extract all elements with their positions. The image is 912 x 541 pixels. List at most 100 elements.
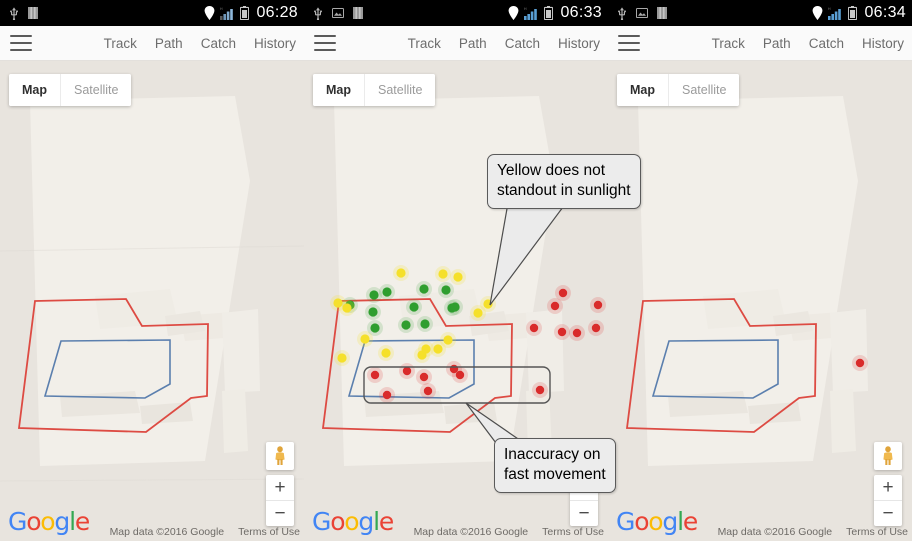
gps-track-dot-green[interactable] [409, 302, 419, 312]
nav-item-catch[interactable]: Catch [505, 36, 540, 51]
zoom-in-button[interactable]: + [266, 475, 294, 500]
nav-item-history[interactable]: History [862, 36, 904, 51]
gps-track-dot-red[interactable] [402, 366, 412, 376]
gps-track-dot-red[interactable] [558, 288, 568, 298]
map-type-toggle[interactable]: Map Satellite [9, 74, 132, 106]
map-type-satellite-button[interactable]: Satellite [364, 74, 436, 106]
nav-item-history[interactable]: History [254, 36, 296, 51]
gps-track-dot-green[interactable] [368, 307, 378, 317]
gps-track-dot-red[interactable] [572, 328, 582, 338]
gps-track-dot-yellow[interactable] [421, 344, 431, 354]
hamburger-menu-icon[interactable] [618, 35, 640, 51]
street-view-pegman-icon[interactable] [266, 442, 294, 470]
nav-item-track[interactable]: Track [712, 36, 745, 51]
map-area[interactable]: Map Satellite + − Google Map data ©2016 … [0, 61, 304, 541]
gps-track-dot-yellow[interactable] [453, 272, 463, 282]
gps-track-dot-green[interactable] [420, 319, 430, 329]
gps-track-dot-red[interactable] [423, 386, 433, 396]
gps-track-dot-green[interactable] [382, 287, 392, 297]
nav-item-path[interactable]: Path [763, 36, 791, 51]
nav-item-track[interactable]: Track [408, 36, 441, 51]
phone-screenshot-left: H 06:28 Track Path Catch History Map Sat… [0, 0, 304, 541]
terms-of-use-link[interactable]: Terms of Use [542, 526, 604, 538]
gps-track-dot-green[interactable] [370, 323, 380, 333]
hamburger-menu-icon[interactable] [314, 35, 336, 51]
usb-icon [313, 6, 323, 20]
status-bar-right-icons: H 06:28 [204, 0, 298, 26]
gps-track-dot-red[interactable] [535, 385, 545, 395]
status-bar: H 06:34 [608, 0, 912, 26]
map-type-toggle[interactable]: Map Satellite [313, 74, 436, 106]
gps-track-dot-red[interactable] [855, 358, 865, 368]
gps-track-dot-yellow[interactable] [438, 269, 448, 279]
sim-card-icon [28, 7, 38, 19]
map-type-map-button[interactable]: Map [313, 74, 364, 106]
gps-track-dot-yellow[interactable] [337, 353, 347, 363]
map-canvas [0, 61, 304, 541]
map-type-map-button[interactable]: Map [9, 74, 60, 106]
nav-item-catch[interactable]: Catch [809, 36, 844, 51]
map-zoom-control[interactable]: + − [874, 475, 902, 526]
nav-item-path[interactable]: Path [155, 36, 183, 51]
gps-track-dot-red[interactable] [370, 370, 380, 380]
hamburger-menu-icon[interactable] [10, 35, 32, 51]
gps-track-dot-green[interactable] [450, 302, 460, 312]
usb-icon [617, 6, 627, 20]
gps-track-dot-yellow[interactable] [360, 334, 370, 344]
app-bar-nav: Track Path Catch History [408, 36, 600, 51]
status-bar-right-icons: H 06:34 [812, 0, 906, 26]
nav-item-history[interactable]: History [558, 36, 600, 51]
status-bar-clock: 06:33 [560, 4, 602, 21]
app-bar-nav: Track Path Catch History [104, 36, 296, 51]
google-logo: Google [8, 507, 90, 536]
gps-track-dot-green[interactable] [419, 284, 429, 294]
status-bar: H 06:28 [0, 0, 304, 26]
gps-track-dot-yellow[interactable] [483, 299, 493, 309]
gps-track-dot-green[interactable] [441, 285, 451, 295]
zoom-out-button[interactable]: − [266, 500, 294, 526]
terms-of-use-link[interactable]: Terms of Use [846, 526, 908, 538]
gps-track-dot-green[interactable] [369, 290, 379, 300]
nav-item-track[interactable]: Track [104, 36, 137, 51]
gps-track-dot-green[interactable] [401, 320, 411, 330]
gps-track-dot-red[interactable] [557, 327, 567, 337]
screenshot-root: H 06:28 Track Path Catch History Map Sat… [0, 0, 912, 541]
signal-bars-icon: H [220, 7, 235, 20]
gps-track-dot-red[interactable] [529, 323, 539, 333]
status-bar-left-icons [0, 6, 38, 20]
street-view-pegman-icon[interactable] [874, 442, 902, 470]
gps-track-dot-yellow[interactable] [443, 335, 453, 345]
status-bar-left-icons [608, 6, 667, 20]
gps-track-dot-red[interactable] [591, 323, 601, 333]
gps-track-dot-yellow[interactable] [342, 303, 352, 313]
map-type-satellite-button[interactable]: Satellite [668, 74, 740, 106]
gps-track-dot-red[interactable] [550, 301, 560, 311]
map-zoom-control[interactable]: + − [266, 475, 294, 526]
status-bar-left-icons [304, 6, 363, 20]
map-type-toggle[interactable]: Map Satellite [617, 74, 740, 106]
map-data-credit: Map data ©2016 Google [109, 526, 225, 538]
usb-icon [9, 6, 19, 20]
gps-track-dot-red[interactable] [449, 364, 459, 374]
gps-track-dot-yellow[interactable] [381, 348, 391, 358]
gps-track-dot-yellow[interactable] [473, 308, 483, 318]
terms-of-use-link[interactable]: Terms of Use [238, 526, 300, 538]
gps-track-dot-red[interactable] [382, 390, 392, 400]
map-type-satellite-button[interactable]: Satellite [60, 74, 132, 106]
map-attribution: Map data ©2016 Google Terms of Use [110, 526, 300, 538]
gps-track-dot-red[interactable] [419, 372, 429, 382]
zoom-out-button[interactable]: − [874, 500, 902, 526]
app-bar-nav: Track Path Catch History [712, 36, 904, 51]
map-type-map-button[interactable]: Map [617, 74, 668, 106]
nav-item-path[interactable]: Path [459, 36, 487, 51]
map-data-credit: Map data ©2016 Google [413, 526, 529, 538]
gps-track-dot-yellow[interactable] [433, 344, 443, 354]
gps-track-dot-yellow[interactable] [396, 268, 406, 278]
gps-track-dot-red[interactable] [593, 300, 603, 310]
callout-gps-inaccuracy: Inaccuracy on fast movement [494, 438, 616, 493]
zoom-in-button[interactable]: + [874, 475, 902, 500]
zoom-out-button[interactable]: − [570, 500, 598, 526]
map-area[interactable]: Map Satellite + − Google Map data ©2016 … [608, 61, 912, 541]
nav-item-catch[interactable]: Catch [201, 36, 236, 51]
status-bar-clock: 06:34 [864, 4, 906, 21]
